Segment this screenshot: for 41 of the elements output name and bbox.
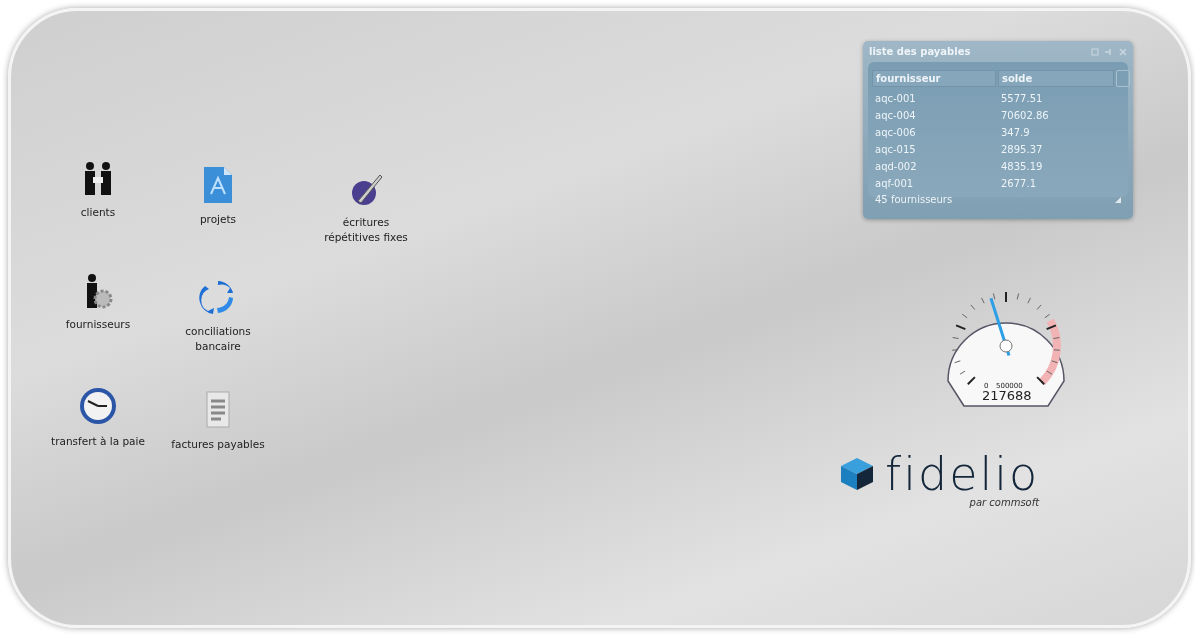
desktop-shortcut[interactable]: écritures répétitives fixes: [311, 171, 421, 246]
desktop-shortcut[interactable]: projets: [163, 166, 273, 228]
shortcut-label: transfert à la paie: [51, 434, 145, 449]
supplier-count: 45 fournisseurs: [875, 194, 953, 205]
table-cell-text: aqc-006: [875, 126, 917, 140]
pin-icon[interactable]: [1105, 47, 1113, 56]
table-cell-text: aqd-002: [875, 160, 918, 174]
widget-title: liste des payables: [869, 46, 971, 57]
gauge-danger-zone: [1039, 318, 1061, 385]
scrollbar[interactable]: [1116, 70, 1130, 87]
clock-icon: [78, 386, 118, 426]
document-icon: [203, 166, 233, 204]
table-cell-text: 347.9: [1001, 126, 1031, 140]
shortcut-label: conciliations bancaire: [184, 324, 252, 355]
table-cell-text: 2677.1: [1001, 177, 1037, 191]
shortcut-label: projets: [199, 212, 237, 227]
table-cell-text: 70602.86: [1001, 109, 1050, 123]
table-cell-text: aqf-001: [875, 177, 915, 191]
shortcut-label: factures payables: [171, 437, 265, 452]
table-cell-text: 5577.51: [1001, 92, 1044, 106]
close-icon[interactable]: [1119, 47, 1127, 56]
copy-icon[interactable]: [1091, 47, 1099, 56]
desktop-shortcut[interactable]: transfert à la paie: [43, 386, 153, 450]
table-cell-text: aqc-001: [875, 92, 917, 106]
invoice-icon: [203, 391, 233, 429]
shortcut-label: clients: [80, 205, 116, 220]
table-cell-text: 2895.37: [1001, 143, 1044, 157]
desktop-shortcut[interactable]: fournisseurs: [43, 273, 153, 333]
desktop-shortcut[interactable]: factures payables: [163, 391, 273, 453]
desktop-shortcut[interactable]: clients: [43, 161, 153, 221]
table-cell-text: 4835.19: [1001, 160, 1044, 174]
logo-tagline: par commsoft: [969, 497, 1040, 508]
resize-grip-icon[interactable]: [1115, 196, 1121, 203]
table-cell-text: aqc-015: [875, 143, 917, 157]
desktop-shortcut[interactable]: conciliations bancaire: [163, 278, 273, 355]
cube-logo-icon: [839, 456, 875, 492]
shortcut-label: fournisseurs: [65, 317, 131, 332]
logo-wordmark: fidelio: [885, 451, 1040, 497]
gauge-reading: 217688: [982, 388, 1032, 403]
shortcut-label: écritures répétitives fixes: [323, 215, 409, 246]
table-cell-text: aqc-004: [875, 109, 917, 123]
